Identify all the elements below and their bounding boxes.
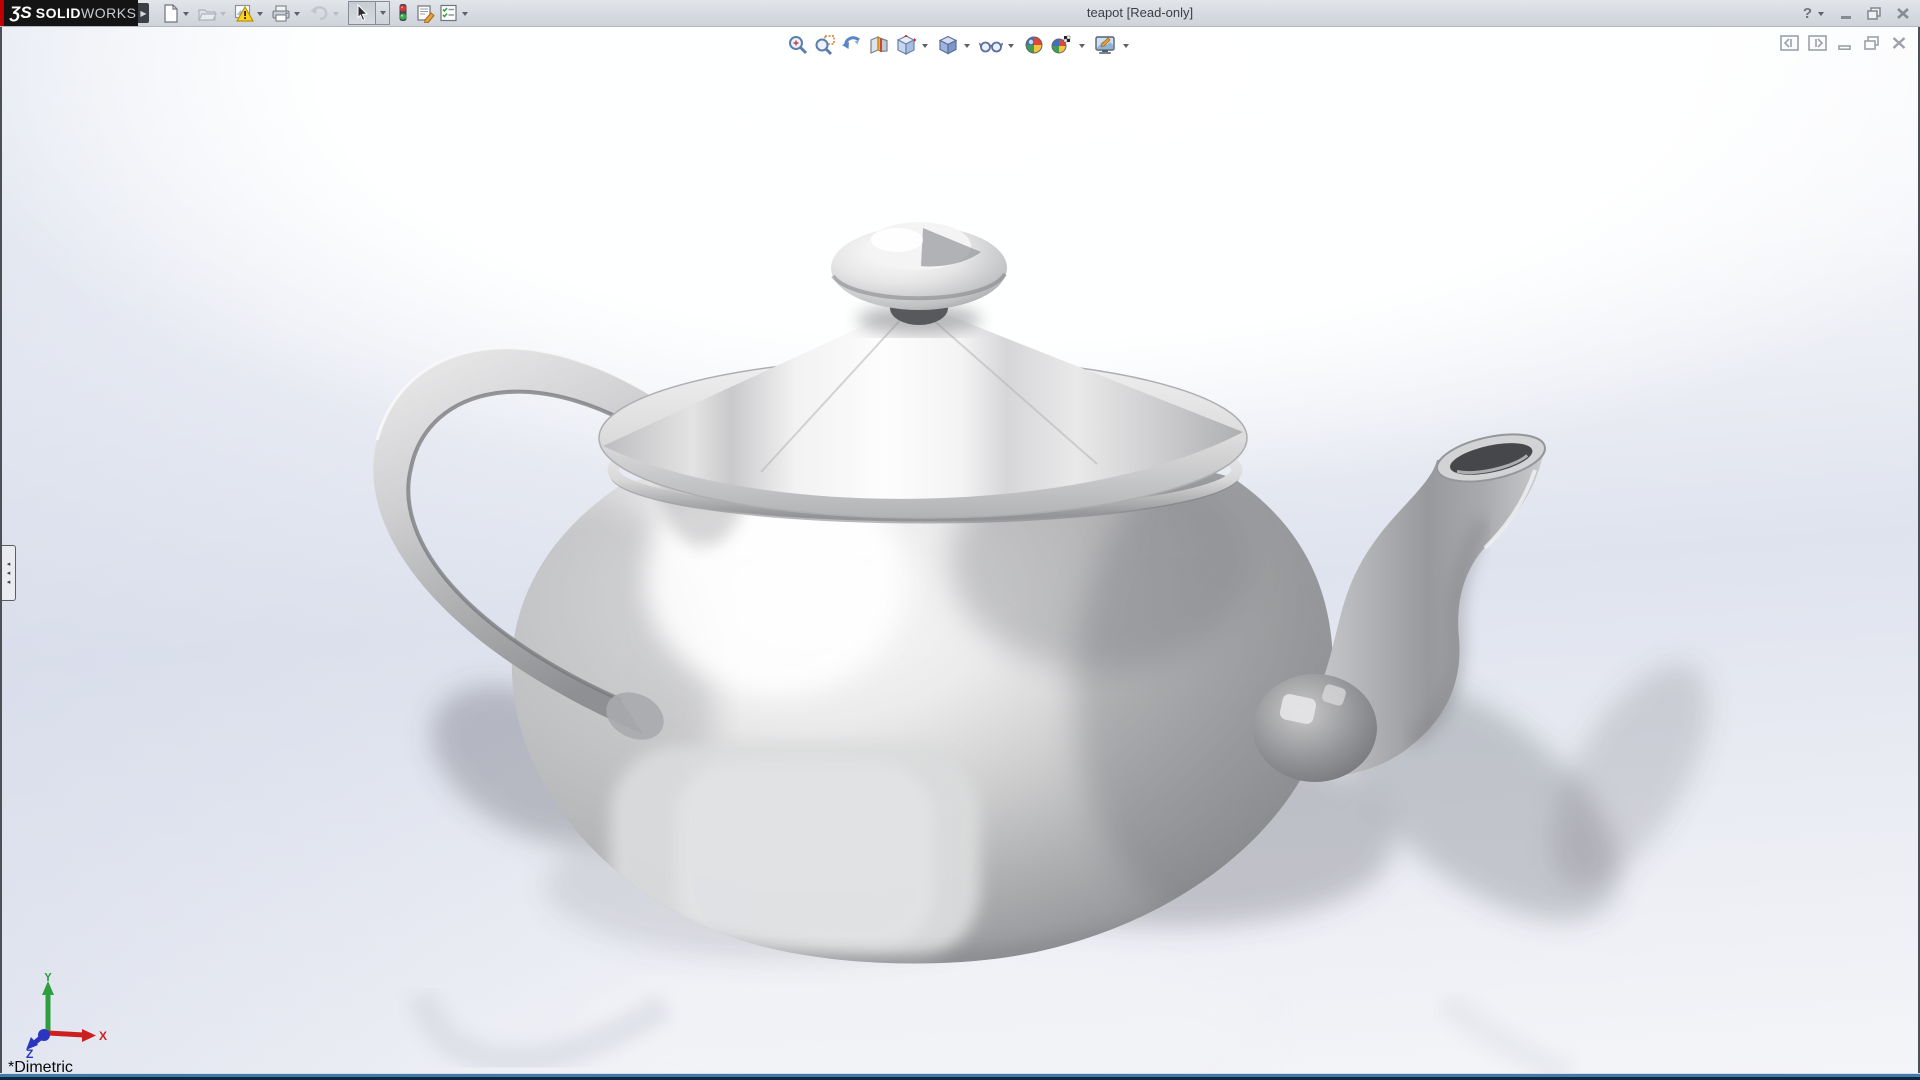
zoom-to-fit-button[interactable] <box>786 33 810 57</box>
warning-icon <box>234 3 254 23</box>
help-button[interactable]: ? <box>1803 5 1828 22</box>
select-tool-button[interactable] <box>348 1 375 25</box>
display-style-icon <box>937 34 959 56</box>
print-button[interactable] <box>270 2 305 24</box>
select-cursor-icon <box>354 4 370 22</box>
previous-view-button[interactable] <box>840 33 864 57</box>
new-document-button[interactable] <box>160 2 194 24</box>
checkered-flag <box>1064 36 1070 42</box>
doc-restore-button[interactable] <box>1862 35 1881 51</box>
traffic-light-icon <box>395 3 411 23</box>
undo-icon <box>308 4 330 23</box>
titlebar: ƷS SOLIDWORKS ▶ <box>0 0 1920 27</box>
lid-knob <box>831 222 1007 335</box>
triad-z-label: Z <box>26 1047 33 1059</box>
collapse-arrow-icon: ◂ <box>7 561 11 568</box>
logo-text-works: WORKS <box>81 5 136 21</box>
window-border-left <box>0 27 2 1073</box>
open-folder-icon <box>197 4 217 23</box>
section-view-button[interactable] <box>867 33 891 57</box>
file-properties-icon <box>415 3 435 23</box>
floor-reflection <box>422 945 1570 1073</box>
doc-minimize-button[interactable] <box>1836 35 1853 51</box>
feature-manager-collapsed-tab[interactable]: ◂ ◂ ◂ <box>2 545 16 601</box>
view-settings-button[interactable] <box>1093 33 1134 57</box>
main-toolbar <box>160 0 473 26</box>
app-close-button[interactable] <box>1894 5 1912 22</box>
section-view-icon <box>868 34 890 56</box>
doc-close-button[interactable] <box>1890 35 1908 51</box>
zoom-to-fit-icon <box>787 34 809 56</box>
triad-y-label: Y <box>44 973 52 984</box>
menu-expand-arrow-icon[interactable]: ▶ <box>138 3 149 23</box>
app-minimize-button[interactable] <box>1838 5 1855 22</box>
edit-appearance-button[interactable] <box>1022 33 1046 57</box>
file-properties-button[interactable] <box>414 2 436 24</box>
eyeglasses-icon <box>979 34 1003 56</box>
print-icon <box>271 4 291 23</box>
select-tool-dropdown[interactable] <box>375 1 390 25</box>
ds-logo-mark: ƷS <box>10 3 32 23</box>
triad-x-label: X <box>99 1029 107 1043</box>
help-dropdown-icon <box>1818 12 1824 16</box>
rebuild-button[interactable] <box>394 2 412 24</box>
new-document-icon <box>161 4 180 23</box>
headsup-view-toolbar <box>780 31 1140 59</box>
graphics-viewport[interactable]: ◂ ◂ ◂ Y X Z *Dimetric <box>2 27 1918 1073</box>
spout-base <box>1253 674 1377 782</box>
document-window-controls <box>1780 35 1908 51</box>
solidworks-logo: ƷS SOLIDWORKS <box>0 0 138 26</box>
options-icon <box>439 3 459 23</box>
view-orientation-label: *Dimetric <box>8 1059 73 1073</box>
app-restore-button[interactable] <box>1865 5 1884 22</box>
appearance-ball-icon <box>1023 34 1045 56</box>
help-icon: ? <box>1803 5 1812 22</box>
display-style-button[interactable] <box>936 33 975 57</box>
view-orientation-button[interactable] <box>894 33 933 57</box>
options-button[interactable] <box>438 2 473 24</box>
open-button[interactable] <box>196 2 231 24</box>
collapse-arrow-icon: ◂ <box>7 579 11 586</box>
orientation-triad: Y X Z <box>18 973 110 1059</box>
select-tool-group <box>348 1 390 25</box>
hide-show-items-button[interactable] <box>978 33 1019 57</box>
undo-button[interactable] <box>307 2 344 24</box>
solidworks-window: ƷS SOLIDWORKS ▶ <box>0 0 1920 1080</box>
zoom-to-area-button[interactable] <box>813 33 837 57</box>
window-title: teapot [Read-only] <box>470 0 1810 26</box>
previous-view-icon <box>841 34 863 56</box>
logo-red-stripe <box>0 0 4 26</box>
app-window-controls: ? <box>1803 0 1912 26</box>
collapse-left-pane-button[interactable] <box>1780 35 1799 51</box>
view-settings-icon <box>1094 34 1118 56</box>
apply-scene-button[interactable] <box>1049 33 1090 57</box>
image-warning-button[interactable] <box>233 2 268 24</box>
window-border-bottom <box>0 1073 1920 1080</box>
zoom-to-area-icon <box>814 34 836 56</box>
view-orientation-icon <box>895 34 917 56</box>
logo-text-solid: SOLID <box>36 5 81 21</box>
teapot-model <box>2 27 1918 1073</box>
collapse-arrow-icon: ◂ <box>7 570 11 577</box>
collapse-right-pane-button[interactable] <box>1808 35 1827 51</box>
apply-scene-icon <box>1050 34 1074 56</box>
